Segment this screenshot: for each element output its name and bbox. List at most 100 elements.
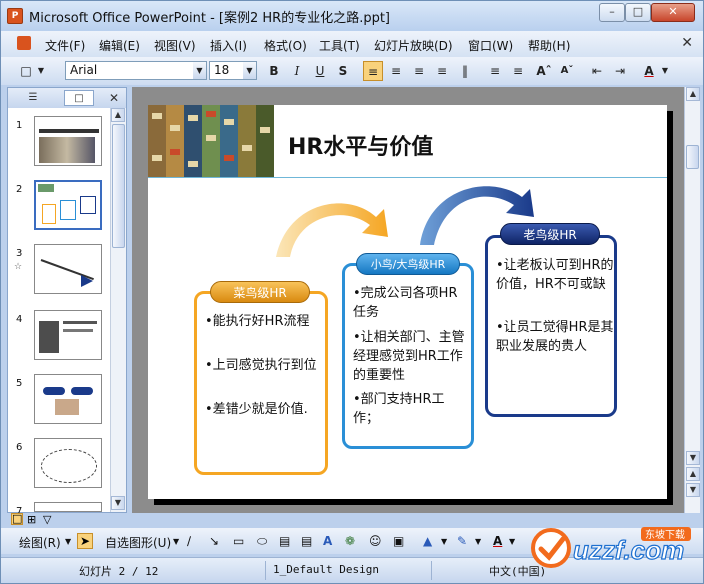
new-dropdown-icon[interactable]: ▼ (35, 61, 47, 81)
increase-indent-icon[interactable]: ⇥ (610, 61, 630, 81)
decrease-indent-icon[interactable]: ⇤ (587, 61, 607, 81)
mid-hr-box[interactable]: •完成公司各项HR任务 •让相关部门、主管经理感觉到HR工作的重要性 •部门支持… (342, 263, 474, 449)
slide-editing-area: HR水平与价值 •能执行好HR流程 •上司感觉执行到位 •差错少就是价值. 菜鸟… (132, 87, 684, 513)
font-name-select[interactable]: Arial ▼ (65, 61, 207, 80)
autoshape-dropdown-icon[interactable]: ▼ (173, 537, 179, 546)
vertical-textbox-icon[interactable]: ▤ (301, 534, 312, 548)
italic-button[interactable]: I (288, 61, 306, 81)
shadow-button[interactable]: S (334, 61, 352, 81)
menu-window[interactable]: 窗口(W) (468, 37, 513, 54)
font-color-icon[interactable]: A (639, 61, 659, 81)
box-item: •让老板认可到HR的价值，HR不可或缺 (496, 258, 614, 292)
textbox-icon[interactable]: ▤ (279, 534, 290, 548)
slide-thumbnail[interactable] (34, 502, 102, 512)
slide-thumbnail[interactable] (34, 116, 102, 166)
scroll-down-icon[interactable]: ▼ (111, 496, 125, 510)
draw-menu-button[interactable]: 绘图(R) (19, 534, 61, 551)
font-size-select[interactable]: 18 ▼ (209, 61, 257, 80)
slideshow-view-icon[interactable]: ▽ (43, 513, 51, 526)
document-close-icon[interactable]: ✕ (681, 35, 693, 51)
increase-font-icon[interactable]: Aˆ (534, 61, 554, 81)
scroll-down-icon[interactable]: ▼ (686, 451, 700, 465)
rectangle-icon[interactable]: ▭ (233, 534, 244, 548)
scroll-up-icon[interactable]: ▲ (111, 108, 125, 122)
minimize-button[interactable]: – (599, 3, 625, 22)
line-color-dropdown-icon[interactable]: ▼ (475, 537, 481, 546)
clipart-icon[interactable]: ☺ (369, 534, 382, 548)
tab-slides[interactable]: □ (64, 90, 94, 106)
new-icon[interactable]: □ (17, 61, 35, 81)
menu-format[interactable]: 格式(O) (264, 37, 307, 54)
menu-slideshow[interactable]: 幻灯片放映(D) (374, 37, 453, 54)
bullets-icon[interactable]: ≡ (508, 61, 528, 81)
scroll-thumb[interactable] (112, 124, 125, 248)
thumbnail-number: 3 (16, 248, 23, 259)
numbering-icon[interactable]: ≡ (485, 61, 505, 81)
senior-hr-label: 老鸟级HR (500, 223, 600, 245)
distributed-button[interactable]: ‖ (455, 61, 475, 81)
slide-scrollbar[interactable]: ▲ ▼ ▲ ▼ (684, 87, 700, 513)
font-color-dropdown-icon[interactable]: ▼ (659, 61, 671, 81)
box-item: •差错少就是价值. (205, 402, 308, 417)
picture-icon[interactable]: ▣ (393, 534, 404, 548)
align-right-button[interactable]: ≡ (409, 61, 429, 81)
thumbnail-number: 5 (16, 378, 23, 389)
slides-pane: ☰ □ ✕ 1 2 3 ☆ 4 5 6 7 ▲ ▼ (7, 87, 127, 517)
draw-font-color-dropdown-icon[interactable]: ▼ (509, 537, 515, 546)
next-slide-icon[interactable]: ▼ (686, 483, 700, 497)
normal-view-icon[interactable]: □ (11, 513, 23, 525)
autoshape-menu-button[interactable]: 自选图形(U) (105, 534, 171, 551)
underline-button[interactable]: U (311, 61, 329, 81)
oval-icon[interactable]: ⬭ (257, 534, 267, 549)
slide-canvas[interactable]: HR水平与价值 •能执行好HR流程 •上司感觉执行到位 •差错少就是价值. 菜鸟… (148, 105, 667, 499)
menu-insert[interactable]: 插入(I) (210, 37, 247, 54)
document-icon[interactable] (17, 36, 31, 50)
box-item: •部门支持HR工作； (353, 392, 445, 426)
scroll-up-icon[interactable]: ▲ (686, 87, 700, 101)
thumbnail-number: 6 (16, 442, 23, 453)
draw-font-color-icon[interactable]: A (493, 534, 502, 548)
draw-dropdown-icon[interactable]: ▼ (65, 537, 71, 546)
powerpoint-app-icon[interactable]: P (7, 8, 23, 24)
align-left-button[interactable]: ≡ (363, 61, 383, 81)
menu-file[interactable]: 文件(F) (45, 37, 85, 54)
menu-edit[interactable]: 编辑(E) (99, 37, 140, 54)
sorter-view-icon[interactable]: ⊞ (27, 513, 36, 526)
diagram-icon[interactable]: ❁ (345, 534, 355, 548)
thumbnail-number: 2 (16, 184, 23, 195)
decrease-font-icon[interactable]: Aˇ (557, 61, 577, 81)
menu-help[interactable]: 帮助(H) (528, 37, 570, 54)
chevron-down-icon[interactable]: ▼ (243, 62, 256, 79)
pane-tabs: ☰ □ ✕ (8, 88, 126, 108)
close-button[interactable]: ✕ (651, 3, 695, 22)
pane-scrollbar[interactable]: ▲ ▼ (110, 108, 126, 512)
slide-thumbnail-selected[interactable] (34, 180, 102, 230)
chevron-down-icon[interactable]: ▼ (193, 62, 206, 79)
slide-thumbnail[interactable] (34, 244, 102, 294)
fill-color-icon[interactable]: ▲ (423, 534, 432, 548)
slide-thumbnail[interactable] (34, 374, 102, 424)
fill-dropdown-icon[interactable]: ▼ (441, 537, 447, 546)
design-name[interactable]: 1_Default Design (273, 563, 379, 576)
divider (431, 561, 432, 580)
select-pointer-icon[interactable]: ➤ (77, 533, 93, 549)
bold-button[interactable]: B (265, 61, 283, 81)
maximize-button[interactable]: □ (625, 3, 651, 22)
previous-slide-icon[interactable]: ▲ (686, 467, 700, 481)
close-pane-icon[interactable]: ✕ (106, 90, 122, 106)
menu-tools[interactable]: 工具(T) (319, 37, 360, 54)
line-icon[interactable]: ∕ (187, 534, 191, 548)
arrow-icon[interactable]: ↘ (209, 534, 219, 548)
wordart-icon[interactable]: A (323, 534, 332, 548)
line-color-icon[interactable]: ✎ (457, 534, 467, 548)
box-item: •上司感觉执行到位 (205, 358, 317, 373)
scroll-thumb[interactable] (686, 145, 699, 169)
tab-outline[interactable]: ☰ (22, 90, 44, 106)
slide-thumbnail[interactable] (34, 310, 102, 360)
senior-hr-box[interactable]: •让老板认可到HR的价值，HR不可或缺 •让员工觉得HR是其职业发展的贵人 (485, 235, 617, 417)
justify-button[interactable]: ≡ (432, 61, 452, 81)
menu-view[interactable]: 视图(V) (154, 37, 196, 54)
align-center-button[interactable]: ≡ (386, 61, 406, 81)
rookie-hr-box[interactable]: •能执行好HR流程 •上司感觉执行到位 •差错少就是价值. (194, 291, 328, 475)
slide-thumbnail[interactable] (34, 438, 102, 488)
